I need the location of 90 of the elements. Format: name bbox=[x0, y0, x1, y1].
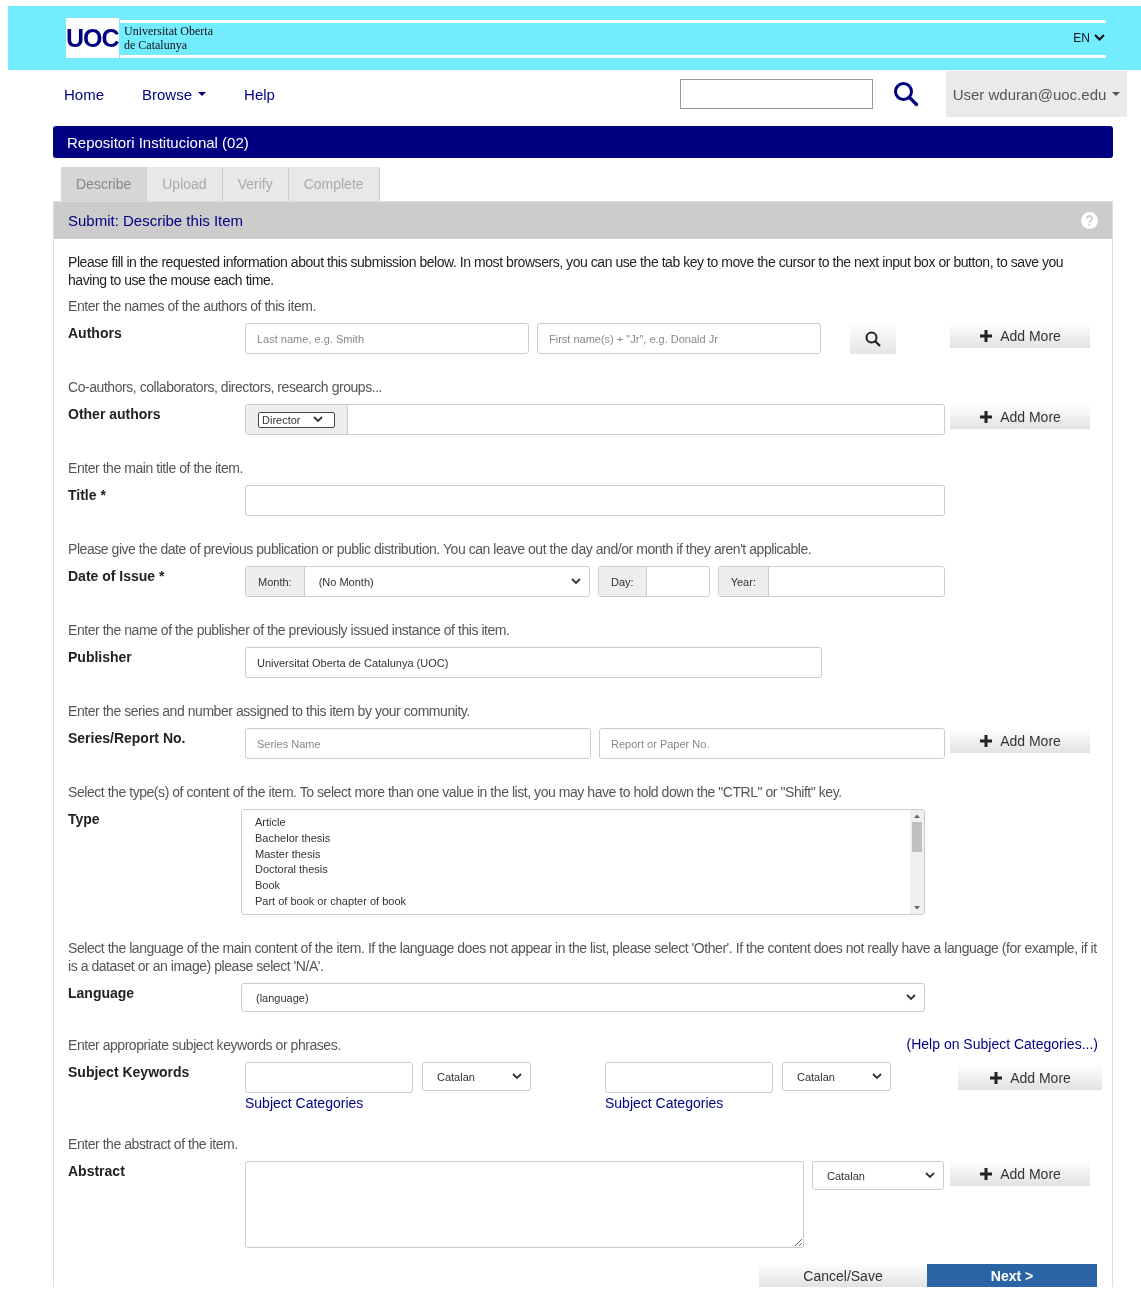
chevron-down-icon bbox=[571, 578, 581, 585]
institution-name: Universitat Oberta de Catalunya bbox=[124, 24, 213, 52]
add-more-button[interactable]: Add More bbox=[950, 1161, 1090, 1186]
next-button[interactable]: Next > bbox=[927, 1264, 1097, 1287]
cancel-save-button[interactable]: Cancel/Save bbox=[759, 1264, 927, 1287]
plus-icon bbox=[979, 409, 994, 424]
text-field[interactable]: Last name, e.g. Smith bbox=[245, 323, 529, 354]
role-select[interactable]: Director bbox=[258, 411, 335, 428]
language-select[interactable]: Catalan bbox=[812, 1161, 944, 1190]
add-more-button[interactable]: Add More bbox=[950, 728, 1090, 753]
add-more-button[interactable]: Add More bbox=[958, 1065, 1102, 1090]
language-select[interactable]: Catalan bbox=[782, 1062, 891, 1091]
plus-icon bbox=[979, 1166, 994, 1181]
year-label: Year: bbox=[718, 567, 769, 596]
field-hint: Enter appropriate subject keywords or phrases. bbox=[68, 1036, 341, 1054]
abstract-field[interactable] bbox=[245, 1161, 804, 1248]
search-icon bbox=[865, 330, 881, 347]
other-author-field[interactable]: Director bbox=[245, 404, 945, 435]
type-listbox[interactable]: Article Bachelor thesis Master thesis Doctoral thesis Book Part of book or chapter of book bbox=[241, 809, 925, 915]
field-hint: Enter the abstract of the item. bbox=[68, 1135, 238, 1153]
lookup-button[interactable] bbox=[850, 323, 896, 354]
plus-icon bbox=[979, 328, 994, 343]
panel-title: Submit: Describe this Item bbox=[68, 212, 244, 229]
search-field[interactable] bbox=[680, 79, 873, 109]
field-label: Other authors bbox=[68, 405, 162, 422]
scroll-down-icon[interactable] bbox=[913, 905, 921, 911]
text-field[interactable] bbox=[245, 485, 945, 516]
intro-text: Please fill in the requested information about this submission below. In most browsers, you can use the tab key to move the cursor to the next input box or button, to save you having to use the mouse each time. bbox=[68, 253, 1065, 289]
field-hint: Enter the names of the authors of this item. bbox=[68, 297, 316, 315]
list-option[interactable]: Article bbox=[255, 815, 897, 831]
text-field[interactable]: First name(s) + "Jr", e.g. Donald Jr bbox=[537, 323, 821, 354]
field-label: Date of Issue * bbox=[68, 567, 166, 584]
scrollbar-thumb[interactable] bbox=[912, 822, 922, 852]
field-hint: Select the language of the main content of the item. If the language does not appear in the list, please select 'Other'. If the content does not really have a language (for example, if it is a dataset or an image) please select 'N/A'. bbox=[68, 939, 1098, 975]
plus-icon bbox=[979, 733, 994, 748]
text-field[interactable]: Series Name bbox=[245, 728, 591, 759]
chevron-down-icon bbox=[312, 416, 323, 423]
day-field[interactable]: Day: bbox=[598, 566, 710, 597]
field-hint: Select the type(s) of content of the item. To select more than one value in the list, you may have to hold down the "CTRL" or "Shift" key. bbox=[68, 783, 842, 801]
field-label: Language bbox=[68, 984, 136, 1001]
chevron-down-icon bbox=[512, 1073, 522, 1080]
add-more-button[interactable]: Add More bbox=[950, 323, 1090, 348]
field-label: Type bbox=[68, 810, 101, 827]
language-dropdown[interactable]: EN bbox=[1073, 31, 1105, 45]
user-menu[interactable]: User wduran@uoc.edu bbox=[946, 71, 1127, 117]
field-label: Publisher bbox=[68, 648, 133, 665]
scroll-up-icon[interactable] bbox=[913, 813, 921, 819]
field-label: Title * bbox=[68, 486, 107, 503]
month-select[interactable]: Month: (No Month) bbox=[245, 566, 590, 597]
language-select[interactable]: Catalan bbox=[422, 1062, 531, 1091]
year-field[interactable]: Year: bbox=[717, 566, 945, 597]
field-hint: Enter the series and number assigned to this item by your community. bbox=[68, 702, 470, 720]
field-hint: Co-authors, collaborators, directors, research groups... bbox=[68, 378, 383, 396]
field-label: Abstract bbox=[68, 1162, 126, 1179]
chevron-down-icon bbox=[1094, 34, 1105, 42]
day-label: Day: bbox=[599, 567, 647, 596]
list-option[interactable]: Part of book or chapter of book bbox=[255, 894, 897, 910]
field-hint: Please give the date of previous publication or public distribution. You can leave out the day and/or month if they aren't applicable. bbox=[68, 540, 812, 558]
field-hint: Enter the name of the publisher of the previously issued instance of this item. bbox=[68, 621, 510, 639]
list-option[interactable]: Doctoral thesis bbox=[255, 862, 897, 879]
text-field[interactable]: Report or Paper No. bbox=[599, 728, 945, 759]
keyword-field[interactable] bbox=[245, 1062, 413, 1093]
month-label: Month: bbox=[246, 567, 305, 596]
plus-icon bbox=[989, 1070, 1004, 1085]
caret-icon bbox=[1112, 92, 1121, 96]
nav-link[interactable]: Browse bbox=[142, 85, 207, 103]
chevron-down-icon bbox=[906, 994, 916, 1001]
chevron-down-icon bbox=[925, 1172, 935, 1179]
chevron-down-icon bbox=[872, 1073, 882, 1080]
subject-categories-link[interactable]: Subject Categories bbox=[245, 1095, 605, 1111]
logo: UOC bbox=[66, 18, 119, 58]
help-link[interactable]: (Help on Subject Categories...) bbox=[906, 1036, 1098, 1054]
list-option[interactable]: Book bbox=[255, 878, 897, 894]
scrollbar[interactable] bbox=[910, 810, 924, 914]
keyword-field[interactable] bbox=[605, 1062, 773, 1093]
search-icon[interactable] bbox=[893, 81, 919, 107]
nav-link[interactable]: Home bbox=[64, 85, 104, 103]
language-select[interactable]: (language) bbox=[241, 983, 925, 1012]
field-hint: Enter the main title of the item. bbox=[68, 459, 244, 477]
text-field[interactable]: Universitat Oberta de Catalunya (UOC) bbox=[245, 647, 822, 678]
subject-categories-link[interactable]: Subject Categories bbox=[605, 1095, 965, 1111]
field-label: Authors bbox=[68, 324, 123, 341]
list-option[interactable]: Master thesis bbox=[255, 846, 897, 863]
repository-banner: Repositori Institucional (02) bbox=[53, 126, 1113, 158]
add-more-button[interactable]: Add More bbox=[950, 404, 1090, 429]
field-label: Series/Report No. bbox=[68, 729, 187, 746]
list-option[interactable]: Bachelor thesis bbox=[255, 830, 897, 847]
nav-link[interactable]: Help bbox=[244, 85, 275, 103]
field-label: Subject Keywords bbox=[68, 1063, 191, 1080]
help-icon[interactable] bbox=[1081, 212, 1098, 229]
